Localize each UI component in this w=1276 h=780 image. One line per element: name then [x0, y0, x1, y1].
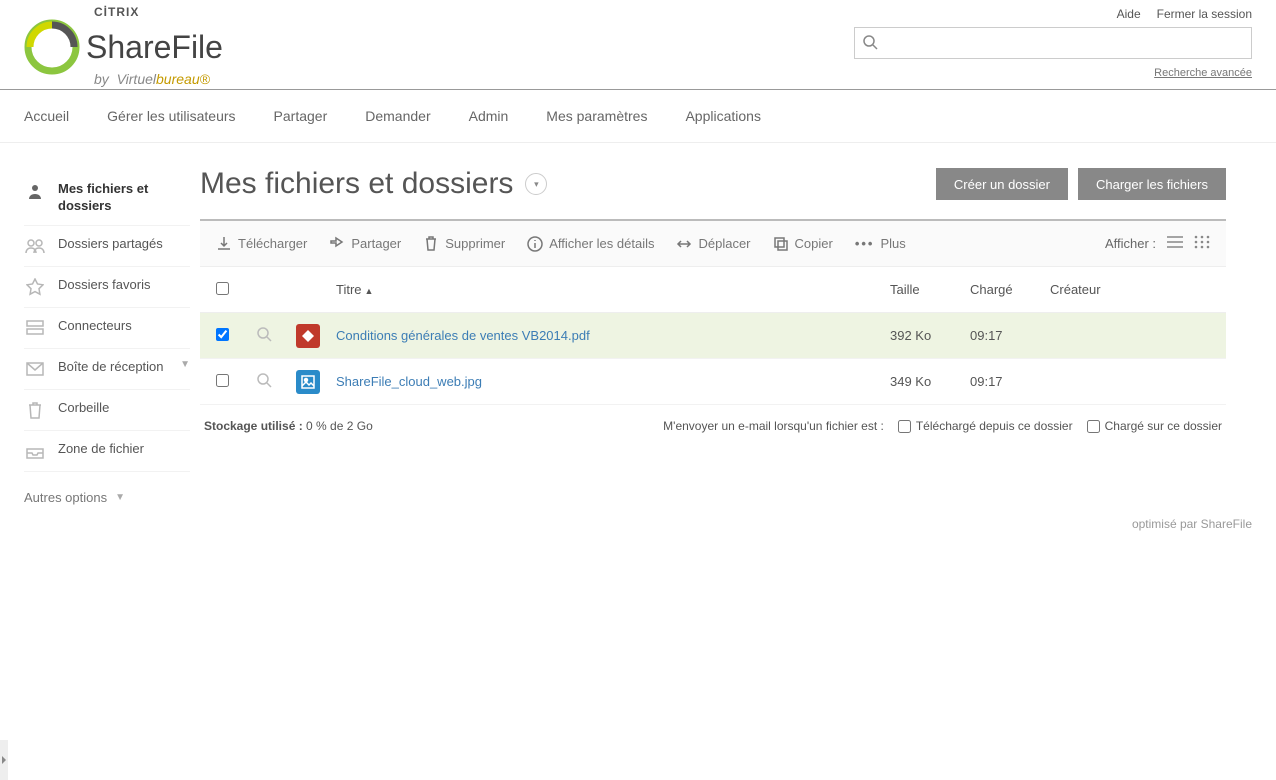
sidebar-label: Boîte de réception [58, 359, 168, 376]
sidebar-label: Dossiers partagés [58, 236, 190, 253]
search-icon [862, 34, 878, 53]
nav-manage-users[interactable]: Gérer les utilisateurs [107, 90, 235, 142]
logo-subtitle: by Virtuelbureau® [94, 71, 223, 87]
trash-icon [24, 400, 46, 420]
sidebar: Mes fichiers et dossiers Dossiers partag… [0, 143, 200, 505]
dots-icon: ••• [855, 236, 875, 251]
person-icon [24, 181, 46, 201]
logo-area: CİTRIX ShareFile by Virtuelbureau® [24, 5, 223, 87]
chevron-down-icon: ▼ [180, 359, 190, 370]
other-options-label: Autres options [24, 490, 107, 505]
tool-move[interactable]: Déplacer [676, 236, 750, 252]
col-creator[interactable]: Créateur [1050, 282, 1210, 297]
table-row[interactable]: Conditions générales de ventes VB2014.pd… [200, 313, 1226, 359]
image-file-icon [296, 370, 320, 394]
nav-apps[interactable]: Applications [685, 90, 761, 142]
powered-by: optimisé par ShareFile [0, 505, 1276, 541]
nav-settings[interactable]: Mes paramètres [546, 90, 647, 142]
toolbar: Télécharger Partager Supprimer Afficher … [200, 219, 1226, 267]
col-size[interactable]: Taille [890, 282, 970, 297]
table-row[interactable]: ShareFile_cloud_web.jpg 349 Ko 09:17 [200, 359, 1226, 405]
sidebar-item-connectors[interactable]: Connecteurs [24, 308, 190, 349]
sidebar-label: Dossiers favoris [58, 277, 190, 294]
nav-home[interactable]: Accueil [24, 90, 69, 142]
notify-uploaded[interactable]: Chargé sur ce dossier [1087, 419, 1222, 433]
email-notify-label: M'envoyer un e-mail lorsqu'un fichier es… [663, 419, 884, 433]
nav-request[interactable]: Demander [365, 90, 430, 142]
view-grid-icon[interactable] [1194, 235, 1210, 252]
tool-details[interactable]: Afficher les détails [527, 236, 654, 252]
preview-icon[interactable] [256, 376, 272, 391]
file-loaded: 09:17 [970, 374, 1050, 389]
sidebar-item-file-zone[interactable]: Zone de fichier [24, 431, 190, 472]
sidebar-item-trash[interactable]: Corbeille [24, 390, 190, 431]
sidebar-item-my-files[interactable]: Mes fichiers et dossiers [24, 171, 190, 226]
tool-copy[interactable]: Copier [773, 236, 833, 252]
tool-delete[interactable]: Supprimer [423, 236, 505, 252]
page-title-dropdown[interactable]: ▾ [525, 173, 547, 195]
upload-files-button[interactable]: Charger les fichiers [1078, 168, 1226, 200]
file-loaded: 09:17 [970, 328, 1050, 343]
sharefile-logo-icon [24, 19, 80, 75]
preview-icon[interactable] [256, 330, 272, 345]
storage-used: Stockage utilisé : 0 % de 2 Go [204, 419, 373, 433]
file-name[interactable]: Conditions générales de ventes VB2014.pd… [336, 328, 890, 343]
file-size: 349 Ko [890, 374, 970, 389]
envelope-icon [24, 359, 46, 379]
sidebar-item-favorites[interactable]: Dossiers favoris [24, 267, 190, 308]
sidebar-item-inbox[interactable]: Boîte de réception ▼ [24, 349, 190, 390]
people-icon [24, 236, 46, 256]
file-size: 392 Ko [890, 328, 970, 343]
stack-icon [24, 318, 46, 338]
row-checkbox[interactable] [216, 374, 229, 387]
notify-downloaded[interactable]: Téléchargé depuis ce dossier [898, 419, 1073, 433]
file-name[interactable]: ShareFile_cloud_web.jpg [336, 374, 890, 389]
advanced-search-link[interactable]: Recherche avancée [1154, 67, 1252, 79]
tool-more[interactable]: ••• Plus [855, 236, 906, 251]
logout-link[interactable]: Fermer la session [1157, 7, 1252, 21]
tool-share[interactable]: Partager [329, 236, 401, 252]
sidebar-toggle[interactable] [0, 740, 8, 780]
sidebar-label: Connecteurs [58, 318, 190, 335]
view-list-icon[interactable] [1166, 235, 1184, 252]
display-label: Afficher : [1105, 236, 1156, 251]
tool-download[interactable]: Télécharger [216, 236, 307, 252]
nav-share[interactable]: Partager [274, 90, 328, 142]
sidebar-label: Zone de fichier [58, 441, 190, 458]
row-checkbox[interactable] [216, 328, 229, 341]
pdf-file-icon [296, 324, 320, 348]
chevron-down-icon: ▼ [115, 492, 125, 503]
page-title: Mes fichiers et dossiers ▾ [200, 167, 547, 201]
table-header: Titre▲ Taille Chargé Créateur [200, 267, 1226, 313]
star-icon [24, 277, 46, 297]
sidebar-label: Corbeille [58, 400, 190, 417]
create-folder-button[interactable]: Créer un dossier [936, 168, 1068, 200]
citrix-label: CİTRIX [94, 5, 223, 19]
sharefile-wordmark: ShareFile [86, 29, 223, 66]
col-title[interactable]: Titre▲ [336, 282, 890, 297]
help-link[interactable]: Aide [1117, 7, 1141, 21]
nav-admin[interactable]: Admin [469, 90, 509, 142]
sidebar-label: Mes fichiers et dossiers [58, 181, 190, 215]
select-all-checkbox[interactable] [216, 282, 229, 295]
search-input[interactable] [854, 27, 1252, 59]
sidebar-item-shared[interactable]: Dossiers partagés [24, 226, 190, 267]
main-nav: Accueil Gérer les utilisateurs Partager … [0, 89, 1276, 143]
other-options[interactable]: Autres options ▼ [24, 490, 190, 505]
inbox-tray-icon [24, 441, 46, 461]
col-loaded[interactable]: Chargé [970, 282, 1050, 297]
